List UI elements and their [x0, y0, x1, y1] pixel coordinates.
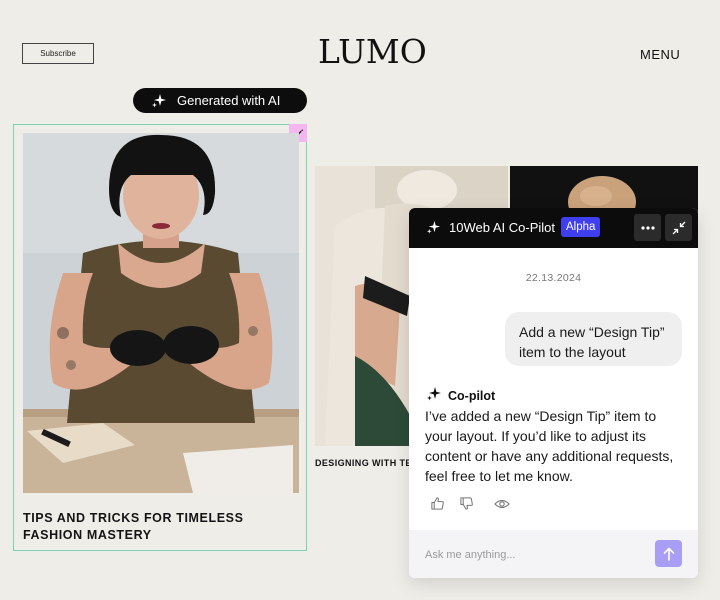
article-title[interactable]: TIPS AND TRICKS FOR TIMELESS FASHION MAS…: [23, 510, 293, 544]
ai-badge-label: Generated with AI: [177, 93, 281, 108]
featured-article-card[interactable]: TIPS AND TRICKS FOR TIMELESS FASHION MAS…: [13, 124, 307, 551]
sparkle-icon: [426, 386, 442, 405]
user-message-bubble: Add a new “Design Tip” item to the layou…: [505, 312, 682, 366]
arrow-up-icon[interactable]: [655, 540, 682, 567]
eye-icon[interactable]: [493, 495, 510, 512]
thumbs-down-icon[interactable]: [458, 495, 475, 512]
site-logo[interactable]: LUMO: [318, 32, 427, 72]
more-dots-icon[interactable]: [634, 214, 661, 241]
chat-input-bar: [409, 530, 698, 578]
chat-input[interactable]: [425, 546, 645, 564]
generated-with-ai-badge: Generated with AI: [133, 88, 307, 113]
feedback-actions: [429, 495, 510, 512]
bot-name: Co-pilot: [448, 388, 496, 403]
alpha-badge: Alpha: [561, 217, 601, 237]
copilot-header: 10Web AI Co-Pilot Alpha: [409, 208, 698, 248]
bot-header: Co-pilot: [426, 386, 495, 405]
article-title[interactable]: DESIGNING WITH TEXTILES: FABRICS AND MAT…: [315, 457, 415, 470]
copilot-panel: 10Web AI Co-Pilot Alpha 22.13.2024 Add a…: [409, 208, 698, 578]
collapse-icon[interactable]: [665, 214, 692, 241]
article-photo-texture[interactable]: [510, 166, 698, 214]
sparkle-icon: [151, 93, 167, 109]
bot-message: I’ve added a new “Design Tip” item to yo…: [425, 408, 674, 484]
menu-button[interactable]: MENU: [640, 47, 680, 62]
thumbs-up-icon[interactable]: [429, 495, 446, 512]
article-photo: [23, 133, 299, 493]
copilot-title: 10Web AI Co-Pilot: [449, 220, 555, 235]
subscribe-button[interactable]: Subscribe: [22, 43, 94, 64]
chat-date: 22.13.2024: [525, 272, 582, 284]
sparkle-icon: [426, 220, 441, 240]
